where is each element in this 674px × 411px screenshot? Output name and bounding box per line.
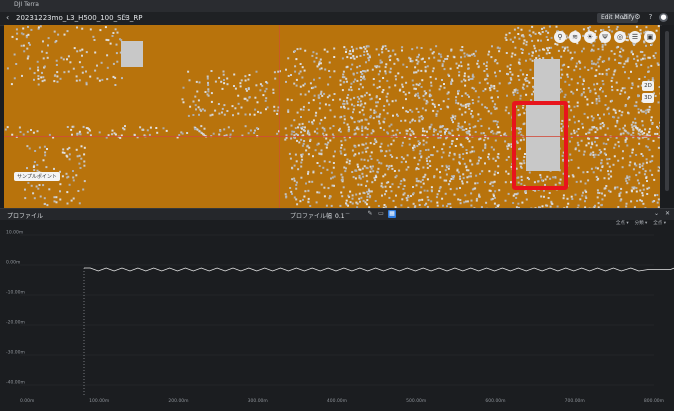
y-tick-label: -40.00m — [6, 380, 25, 386]
frame-icon[interactable]: ▣ — [644, 31, 656, 43]
avatar[interactable]: ● — [659, 13, 668, 22]
collapse-button[interactable]: ⌄ — [654, 210, 659, 217]
window-titlebar: DJI Terra — [0, 0, 674, 12]
x-tick-label: 600.00m — [485, 398, 505, 404]
highlight-box — [512, 101, 568, 190]
viewport-tools: ⚲ ≋ ☀ Ψ ◎ ☰ ▣ — [554, 31, 656, 43]
pen-icon[interactable]: ✎ — [366, 210, 374, 218]
y-tick-label: -20.00m — [6, 320, 25, 326]
x-tick-label: 200.00m — [168, 398, 188, 404]
width-decrease-button[interactable]: − — [345, 210, 350, 217]
building-shape — [534, 59, 560, 101]
window-title: DJI Terra — [14, 1, 39, 8]
y-tick-label: 0.00m — [6, 260, 20, 266]
x-tick-label: 0.00m — [20, 398, 34, 404]
y-tick-label: -10.00m — [6, 290, 25, 296]
compass-icon[interactable]: ◎ — [614, 31, 626, 43]
header-icons: ♪ ⚙ ? ● — [620, 13, 668, 22]
close-button[interactable]: ✕ — [665, 210, 670, 217]
scrollbar-thumb[interactable] — [665, 31, 669, 191]
point-label-tag: サンプルポイント — [14, 172, 60, 181]
grid-icon[interactable]: ▦ — [388, 210, 396, 218]
y-tick-label: -30.00m — [6, 350, 25, 356]
profile-chart[interactable]: 10.00m 0.00m -10.00m -20.00m -30.00m -40.00m 0… — [0, 219, 674, 411]
profile-series-line — [84, 267, 674, 272]
building-shape — [121, 41, 143, 67]
bulb-icon[interactable]: ☀ — [584, 31, 596, 43]
snapshot-icon[interactable]: ▭ — [377, 210, 385, 218]
chevron-left-icon[interactable]: ‹ — [6, 13, 9, 22]
layers-icon[interactable]: ≋ — [569, 31, 581, 43]
settings-icon[interactable]: ⚙ — [633, 13, 642, 22]
panel-window-buttons: ⌄ ✕ — [654, 210, 670, 217]
bell-icon[interactable]: ♪ — [620, 13, 629, 22]
list-icon[interactable]: ☰ — [629, 31, 641, 43]
y-tick-label: 10.00m — [6, 230, 23, 236]
pencil-icon[interactable]: ✎ — [122, 13, 128, 21]
point-cloud-viewport[interactable]: ⚲ ≋ ☀ Ψ ◎ ☰ ▣ 2D 3D サンプルポイント — [4, 25, 660, 208]
view-2d-button[interactable]: 2D — [642, 81, 654, 91]
profile-line-vertical — [279, 25, 280, 208]
pin-icon[interactable]: ⚲ — [554, 31, 566, 43]
view-3d-button[interactable]: 3D — [642, 93, 654, 103]
x-tick-label: 300.00m — [248, 398, 268, 404]
antenna-icon[interactable]: Ψ — [599, 31, 611, 43]
x-tick-label: 400.00m — [327, 398, 347, 404]
x-tick-label: 100.00m — [89, 398, 109, 404]
x-tick-label: 800.00m — [644, 398, 664, 404]
file-toolbar: ‹ 20231223mo_L3_H500_100_SL3_RP ✎ Edit M… — [0, 12, 674, 26]
viewport-scrollbar[interactable] — [662, 25, 674, 208]
help-icon[interactable]: ? — [646, 13, 655, 22]
x-tick-label: 500.00m — [406, 398, 426, 404]
x-tick-label: 700.00m — [565, 398, 585, 404]
profile-tools: ✎ ▭ ▦ — [366, 210, 396, 218]
